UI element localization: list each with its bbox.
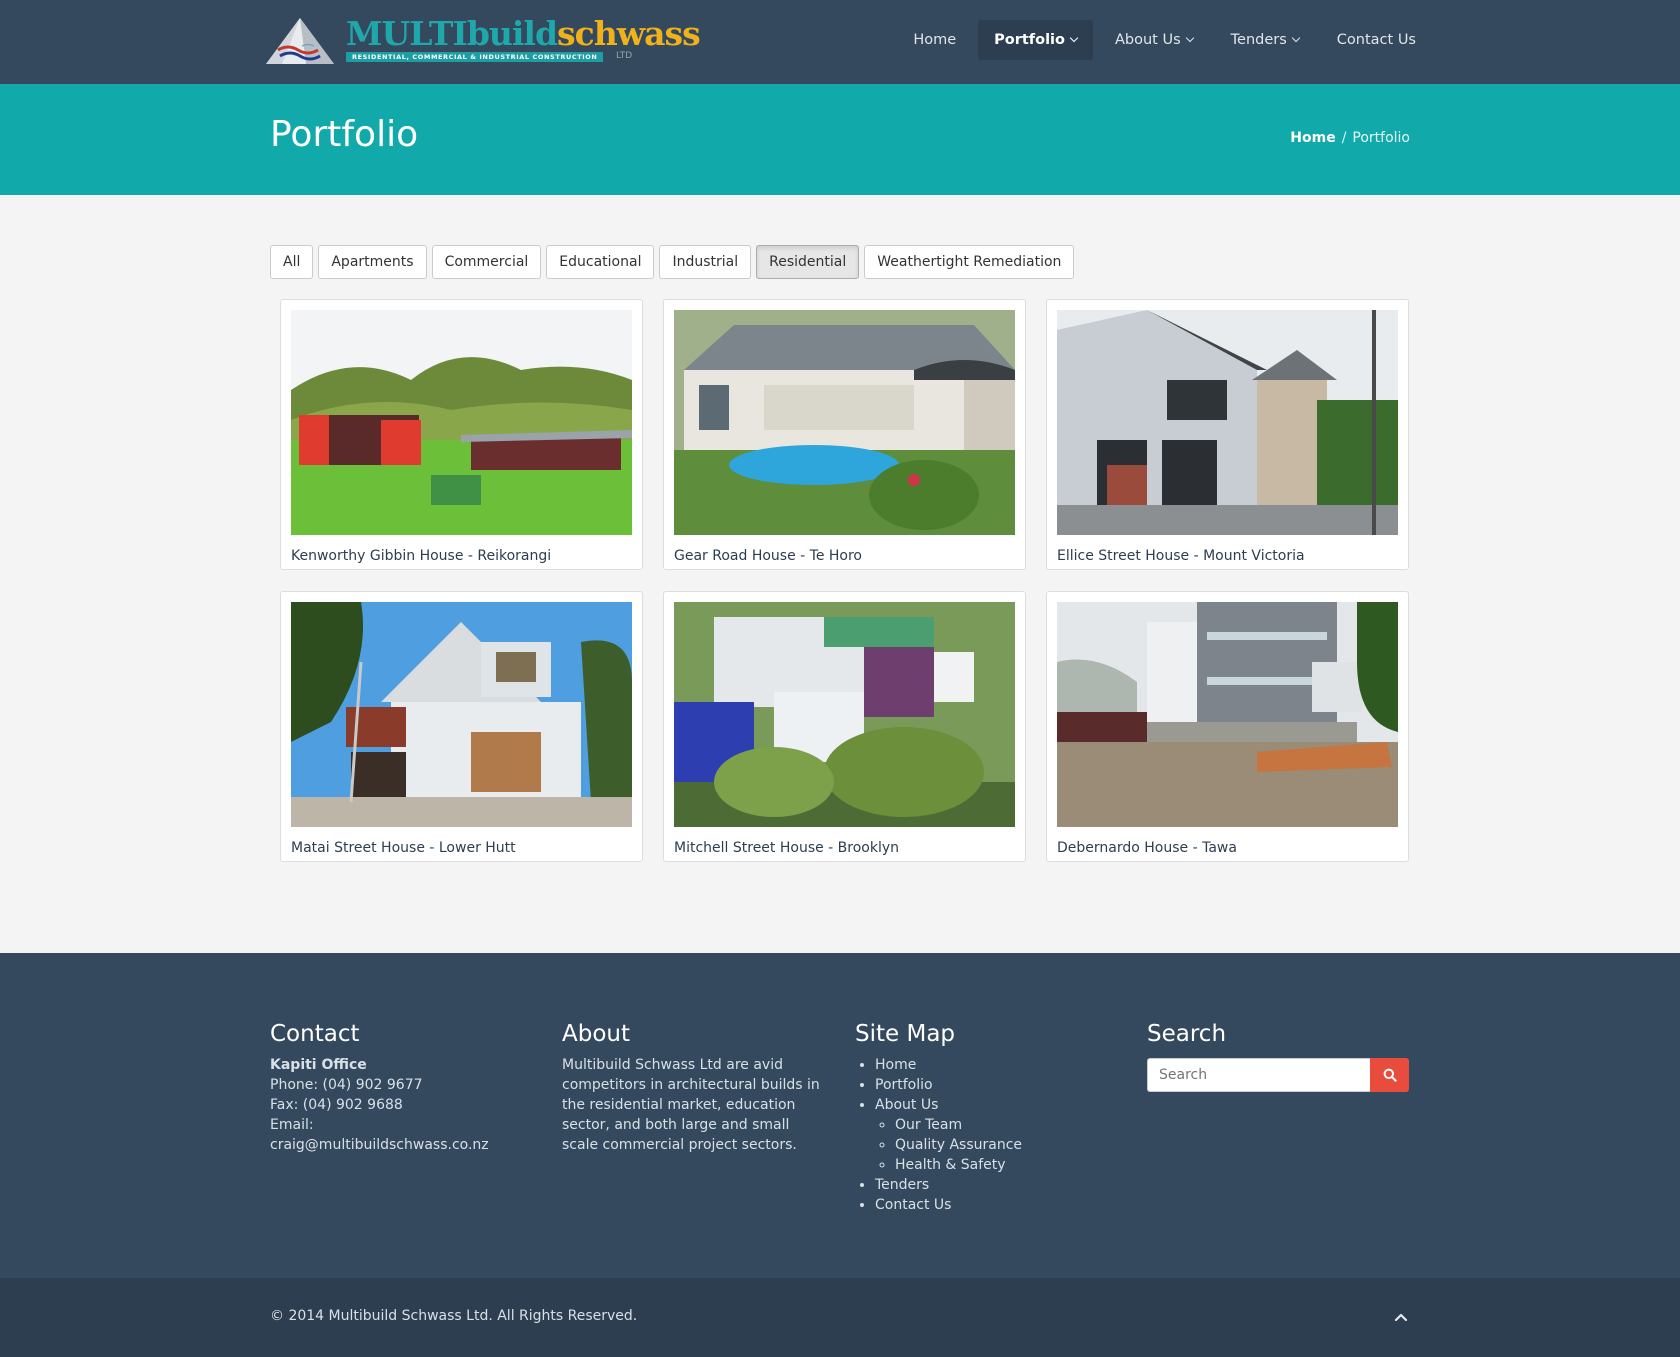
house-photo[interactable]	[1057, 602, 1398, 827]
portfolio-card-title: Kenworthy Gibbin House - Reikorangi	[291, 548, 552, 564]
site-logo[interactable]: MULTIbuildschwass RESIDENTIAL, COMMERCIA…	[262, 14, 701, 66]
brand-suffix: LTD	[616, 51, 633, 61]
footer-sitemap-heading: Site Map	[855, 1021, 956, 1047]
breadcrumb-home-link[interactable]: Home	[1290, 130, 1335, 146]
footer-about: About Multibuild Schwass Ltd are avid co…	[562, 1021, 822, 1155]
brand-name: MULTIbuildschwass	[346, 14, 701, 53]
breadcrumb: Home / Portfolio	[1290, 130, 1410, 146]
contact-fax: Fax: (04) 902 9688	[270, 1097, 403, 1113]
filter-apartments-button[interactable]: Apartments	[318, 245, 427, 279]
copyright-bar: © 2014 Multibuild Schwass Ltd. All Right…	[0, 1278, 1680, 1357]
footer-about-heading: About	[562, 1021, 631, 1047]
house-photo[interactable]	[291, 602, 632, 827]
nav-portfolio-label: Portfolio	[994, 32, 1065, 48]
filter-all-button[interactable]: All	[270, 245, 314, 279]
site-header: MULTIbuildschwass RESIDENTIAL, COMMERCIA…	[0, 0, 1680, 84]
search-input[interactable]	[1147, 1058, 1370, 1092]
footer-contact: Contact Kapiti Office Phone: (04) 902 96…	[270, 1021, 530, 1155]
portfolio-card[interactable]: Ellice Street House - Mount Victoria	[1046, 299, 1409, 570]
house-photo[interactable]	[674, 310, 1015, 535]
brand-name-part2: schwass	[557, 14, 701, 53]
sitemap-tenders-link[interactable]: Tenders	[875, 1175, 1115, 1195]
filter-commercial-button[interactable]: Commercial	[431, 245, 542, 279]
brand-name-part1: MULTIbuild	[346, 14, 558, 53]
footer-search-heading: Search	[1147, 1021, 1227, 1047]
chevron-down-icon	[1291, 33, 1301, 43]
page-title-band: Portfolio Home / Portfolio	[0, 84, 1680, 195]
nav-home[interactable]: Home	[897, 20, 972, 60]
footer-about-text: Multibuild Schwass Ltd are avid competit…	[562, 1057, 820, 1153]
nav-about-us[interactable]: About Us	[1099, 20, 1209, 60]
contact-office: Kapiti Office	[270, 1057, 367, 1073]
portfolio-card[interactable]: Debernardo House - Tawa	[1046, 591, 1409, 862]
footer-search: Search	[1147, 1021, 1409, 1092]
portfolio-card-title: Debernardo House - Tawa	[1057, 840, 1237, 856]
portfolio-card[interactable]: Mitchell Street House - Brooklyn	[663, 591, 1026, 862]
sitemap-portfolio-link[interactable]: Portfolio	[875, 1075, 1115, 1095]
breadcrumb-current: Portfolio	[1352, 130, 1410, 146]
portfolio-card[interactable]: Gear Road House - Te Horo	[663, 299, 1026, 570]
breadcrumb-separator: /	[1341, 130, 1347, 146]
search-button[interactable]	[1370, 1058, 1409, 1092]
chevron-down-icon	[1185, 33, 1194, 43]
back-to-top-chevron-up-icon[interactable]	[1392, 1308, 1410, 1326]
nav-contact-us[interactable]: Contact Us	[1321, 20, 1432, 60]
portfolio-grid: Kenworthy Gibbin House - Reikorangi Gear…	[280, 299, 1410, 862]
footer-contact-heading: Contact	[270, 1021, 360, 1047]
sitemap-about-sublist: Our Team Quality Assurance Health & Safe…	[875, 1115, 1115, 1175]
house-photo[interactable]	[674, 602, 1015, 827]
search-form	[1147, 1058, 1409, 1092]
contact-phone: Phone: (04) 902 9677	[270, 1077, 423, 1093]
portfolio-card-title: Ellice Street House - Mount Victoria	[1057, 548, 1305, 564]
sitemap-list: Home Portfolio About Us Our Team Quality…	[855, 1055, 1115, 1215]
portfolio-card[interactable]: Matai Street House - Lower Hutt	[280, 591, 643, 862]
contact-email[interactable]: Email: craig@multibuildschwass.co.nz	[270, 1115, 530, 1155]
nav-contact-label: Contact Us	[1336, 32, 1416, 48]
sitemap-quality-link[interactable]: Quality Assurance	[895, 1135, 1115, 1155]
portfolio-card-title: Matai Street House - Lower Hutt	[291, 840, 516, 856]
sitemap-home-link[interactable]: Home	[875, 1055, 1115, 1075]
nav-tenders[interactable]: Tenders	[1215, 20, 1315, 60]
copyright-text: © 2014 Multibuild Schwass Ltd. All Right…	[270, 1308, 638, 1324]
footer-sitemap: Site Map Home Portfolio About Us Our Tea…	[855, 1021, 1115, 1215]
brand-tagline: RESIDENTIAL, COMMERCIAL & INDUSTRIAL CON…	[346, 52, 604, 62]
pyramid-logo-icon	[266, 18, 334, 64]
main-nav: Home Portfolio About Us Tenders Contact …	[891, 20, 1432, 60]
house-photo[interactable]	[1057, 310, 1398, 535]
filter-weathertight-button[interactable]: Weathertight Remediation	[864, 245, 1075, 279]
house-photo[interactable]	[291, 310, 632, 535]
sitemap-about-item: About Us Our Team Quality Assurance Heal…	[875, 1095, 1115, 1175]
portfolio-card[interactable]: Kenworthy Gibbin House - Reikorangi	[280, 299, 643, 570]
portfolio-card-title: Mitchell Street House - Brooklyn	[674, 840, 900, 856]
page-title: Portfolio	[270, 114, 419, 155]
nav-about-label: About Us	[1114, 32, 1181, 48]
site-footer: Contact Kapiti Office Phone: (04) 902 96…	[0, 953, 1680, 1278]
nav-tenders-label: Tenders	[1230, 32, 1287, 48]
chevron-down-icon	[1069, 33, 1079, 43]
filter-educational-button[interactable]: Educational	[546, 245, 655, 279]
nav-home-label: Home	[913, 32, 957, 48]
filter-residential-button[interactable]: Residential	[756, 245, 860, 279]
filter-industrial-button[interactable]: Industrial	[659, 245, 752, 279]
sitemap-contact-link[interactable]: Contact Us	[875, 1195, 1115, 1215]
portfolio-card-title: Gear Road House - Te Horo	[674, 548, 862, 564]
portfolio-filters: All Apartments Commercial Educational In…	[270, 245, 1075, 279]
sitemap-about-link[interactable]: About Us	[875, 1097, 938, 1113]
search-icon	[1383, 1068, 1397, 1082]
sitemap-health-link[interactable]: Health & Safety	[895, 1155, 1115, 1175]
sitemap-our-team-link[interactable]: Our Team	[895, 1115, 1115, 1135]
nav-portfolio[interactable]: Portfolio	[978, 20, 1093, 60]
